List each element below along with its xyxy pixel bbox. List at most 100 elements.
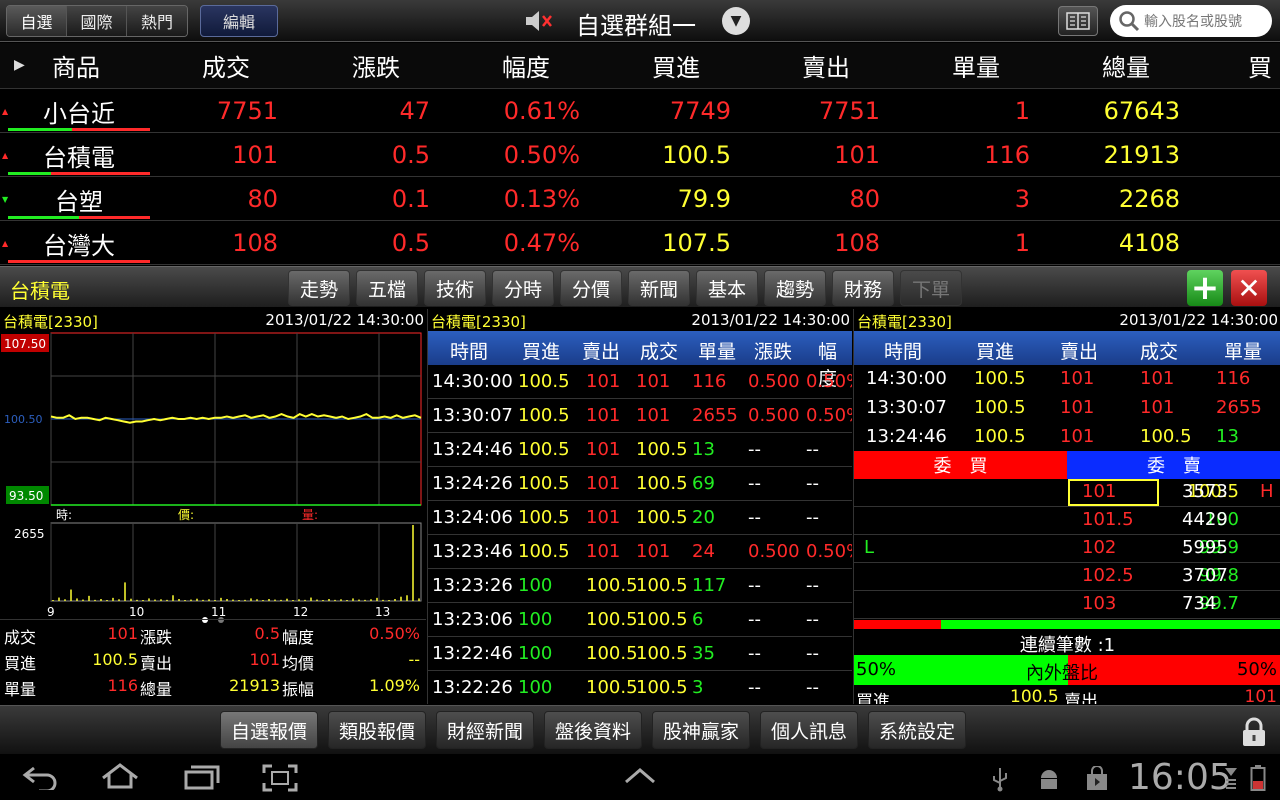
header-bid2[interactable]: 買	[1248, 43, 1280, 87]
header-vol[interactable]: 單量	[930, 43, 1022, 87]
table-row[interactable]: 14:30:00100.5 101 101 116 0.500 0.50%	[428, 365, 852, 399]
book-level-row[interactable]: 271100.51013573H	[854, 479, 1280, 507]
tab-technical[interactable]: 技術	[424, 270, 486, 306]
nav-watchlist-quote[interactable]: 自選報價	[220, 711, 318, 749]
tick-cell: --	[806, 507, 819, 528]
add-icon[interactable]: +	[1187, 268, 1223, 308]
nav-sector-quote[interactable]: 類股報價	[328, 711, 426, 749]
tick-cell: 13:24:06	[432, 507, 513, 528]
table-row[interactable]: ▲ 小台近 7751 47 0.61% 7749 7751 1 67643	[0, 89, 1280, 133]
chart-svg[interactable]: 107.50 100.50 93.50 時: 價: 量: 2655 9 10 11 1…	[0, 331, 426, 627]
search-input[interactable]: 輸入股名或股號	[1110, 5, 1272, 37]
header-bid[interactable]: 買進	[630, 43, 722, 87]
tab-five-levels[interactable]: 五檔	[356, 270, 418, 306]
table-row[interactable]: 13:30:07100.5 101 101 2655 0.500 0.50%	[428, 399, 852, 433]
high-low-bar	[8, 216, 150, 219]
high-low-bar	[8, 260, 150, 263]
tab-watchlist[interactable]: 自選	[7, 6, 67, 36]
table-row[interactable]: ▼ 台塑 80 0.1 0.13% 79.9 80 3 2268	[0, 177, 1280, 221]
book-icon[interactable]	[1058, 6, 1098, 36]
chevron-down-icon[interactable]: ▼	[722, 7, 750, 35]
lock-icon[interactable]	[1240, 717, 1268, 751]
book-level-ask: 102	[1082, 537, 1117, 558]
table-row[interactable]: 13:23:46100.5 101 101 24 0.500 0.50%	[428, 535, 852, 569]
table-row[interactable]: 13:22:46 100 100.5 100.5 35 -- --	[428, 637, 852, 671]
tab-international[interactable]: 國際	[67, 6, 127, 36]
strength-bid-fill	[854, 620, 942, 629]
header-product[interactable]: 商品	[30, 43, 122, 87]
header-pct[interactable]: 幅度	[480, 43, 572, 87]
table-row[interactable]: 13:23:26 100 100.5 100.5 117 -- --	[428, 569, 852, 603]
book-recent-cell: 100.5	[974, 426, 1026, 447]
tab-price-volume[interactable]: 分價	[560, 270, 622, 306]
tab-trend[interactable]: 走勢	[288, 270, 350, 306]
nav-settings[interactable]: 系統設定	[868, 711, 966, 749]
header-change[interactable]: 漲跌	[330, 43, 422, 87]
table-row[interactable]: 13:22:26 100 100.5 100.5 3 -- --	[428, 671, 852, 704]
value-bid: 100.5	[92, 650, 138, 669]
change: 0.5	[391, 229, 430, 257]
book-level-ask: 102.5	[1082, 565, 1134, 586]
recent-apps-icon[interactable]	[182, 764, 222, 790]
tab-hot[interactable]: 熱門	[127, 6, 187, 36]
bottom-bid-label: 買進	[856, 692, 890, 704]
tick-cell: 100	[518, 677, 553, 698]
table-row[interactable]: 13:30:07 100.5 101 101 2655	[854, 394, 1280, 423]
tab-news[interactable]: 新聞	[628, 270, 690, 306]
book-level-row[interactable]: 8799.7103734	[854, 591, 1280, 619]
price: 101	[232, 141, 278, 169]
table-row[interactable]: ▲ 台灣大 108 0.5 0.47% 107.5 108 1 4108	[0, 221, 1280, 265]
tab-order[interactable]: 下單	[900, 270, 962, 306]
table-row[interactable]: 13:24:06 100.5 101 100.5 20 -- --	[428, 501, 852, 535]
tick-cell: 100.5	[586, 609, 638, 630]
nav-after-hours[interactable]: 盤後資料	[544, 711, 642, 749]
tab-tendency[interactable]: 趨勢	[764, 270, 826, 306]
tab-financial[interactable]: 財務	[832, 270, 894, 306]
nav-finance-news[interactable]: 財經新聞	[436, 711, 534, 749]
nav-messages[interactable]: 個人訊息	[760, 711, 858, 749]
streak-count: 連續筆數 :1	[1019, 635, 1116, 656]
home-icon[interactable]	[100, 762, 140, 790]
intraday-chart[interactable]: 107.50 100.50 93.50 時: 價: 量: 2655 9 10 11 1…	[0, 331, 426, 627]
ticks-panel[interactable]: 台積電[2330] 2013/01/22 14:30:00 時間 買進 賣出 成…	[427, 309, 852, 704]
expand-arrow-icon[interactable]: ▶	[14, 43, 25, 87]
top-bar: 自選 國際 熱門 編輯 自選群組一 ▼ 輸入股名或股號	[0, 0, 1280, 42]
label-bid: 買進	[4, 654, 37, 673]
book-bottom-quote: 買進 100.5 賣出 101	[854, 687, 1280, 704]
book-level-ask-vol: 4429	[1182, 509, 1228, 530]
book-level-row[interactable]: L19099.91025995	[854, 535, 1280, 563]
selected-stock-name: 台積電	[10, 279, 70, 303]
table-row[interactable]: 14:30:00 100.5 101 101 116	[854, 365, 1280, 394]
book-level-row[interactable]: 4011100101.54429	[854, 507, 1280, 535]
tab-ticks[interactable]: 分時	[492, 270, 554, 306]
book-level-row[interactable]: 17899.8102.53707	[854, 563, 1280, 591]
table-row[interactable]: ▲ 台積電 101 0.5 0.50% 100.5 101 116 21913	[0, 133, 1280, 177]
tick-cell: 13:23:46	[432, 541, 513, 562]
header-ask[interactable]: 賣出	[780, 43, 872, 87]
tick-cell: 20	[692, 507, 715, 528]
table-row[interactable]: 13:24:46 100.5 101 100.5 13 -- --	[428, 433, 852, 467]
book-level-ask-vol: 3707	[1182, 565, 1228, 586]
table-row[interactable]: 13:24:26 100.5 101 100.5 69 -- --	[428, 467, 852, 501]
in-out-ratio-bar: 50% 內外盤比 50%	[854, 655, 1280, 685]
value-amplitude: 1.09%	[369, 676, 420, 695]
order-book-panel[interactable]: 台積電[2330] 2013/01/22 14:30:00 時間 買進 賣出 成…	[853, 309, 1280, 704]
tab-fundamental[interactable]: 基本	[696, 270, 758, 306]
screenshot-icon[interactable]	[262, 764, 298, 792]
header-total[interactable]: 總量	[1080, 43, 1172, 87]
tick-cell: --	[748, 439, 761, 460]
header-price[interactable]: 成交	[180, 43, 272, 87]
table-row[interactable]: 13:23:06 100 100.5 100.5 6 -- --	[428, 603, 852, 637]
table-row[interactable]: 13:24:46 100.5 101 100.5 13	[854, 423, 1280, 452]
chevron-up-icon[interactable]	[624, 768, 656, 784]
bid: 7749	[669, 97, 731, 125]
group-title[interactable]: 自選群組一	[576, 6, 696, 41]
value-change: 0.5	[254, 624, 280, 643]
nav-stock-winner[interactable]: 股神贏家	[652, 711, 750, 749]
back-icon[interactable]	[20, 764, 60, 790]
mute-icon[interactable]	[524, 10, 554, 32]
book-level-ask: 103	[1082, 593, 1117, 614]
close-icon[interactable]: ✕	[1231, 270, 1267, 306]
total: 4108	[1118, 229, 1180, 257]
edit-button[interactable]: 編輯	[200, 5, 278, 37]
